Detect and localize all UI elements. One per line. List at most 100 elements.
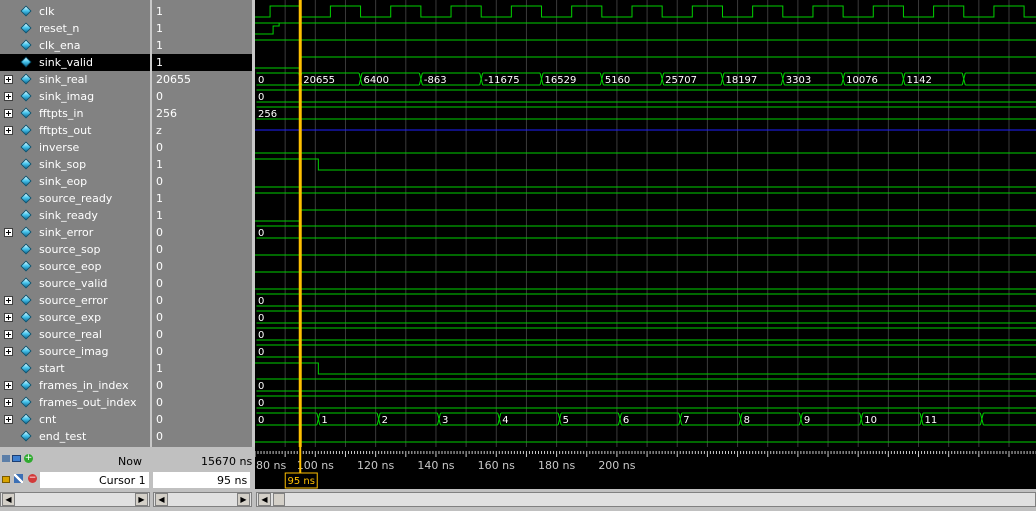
signal-value-row[interactable]: 1 bbox=[152, 360, 252, 377]
signal-value-row[interactable]: 0 bbox=[152, 173, 252, 190]
wave-toolbar-icon[interactable] bbox=[2, 455, 10, 462]
signal-row-fftpts_in[interactable]: fftpts_in bbox=[0, 105, 150, 122]
wave-scrollbar-thumb[interactable] bbox=[273, 493, 285, 506]
waveform-canvas[interactable]: 0 20655 6400 -863 -11675 16529 5160 25707 18197 3… bbox=[255, 0, 1036, 447]
signal-row-sink_sop[interactable]: sink_sop bbox=[0, 156, 150, 173]
signal-value: 1 bbox=[156, 5, 163, 18]
signal-row-frames_in_index[interactable]: frames_in_index bbox=[0, 377, 150, 394]
signal-value-row[interactable]: 0 bbox=[152, 411, 252, 428]
expand-bus-icon[interactable] bbox=[4, 381, 13, 390]
signal-row-clk_ena[interactable]: clk_ena bbox=[0, 37, 150, 54]
expand-bus-icon[interactable] bbox=[4, 313, 13, 322]
signal-row-source_valid[interactable]: source_valid bbox=[0, 275, 150, 292]
expand-bus-icon[interactable] bbox=[4, 228, 13, 237]
signal-value-row[interactable]: 20655 bbox=[152, 71, 252, 88]
signal-row-fftpts_out[interactable]: fftpts_out bbox=[0, 122, 150, 139]
signal-row-start[interactable]: start bbox=[0, 360, 150, 377]
cursor-value-field[interactable]: 95 ns bbox=[153, 472, 250, 488]
expand-bus-icon[interactable] bbox=[4, 415, 13, 424]
signal-value-row[interactable]: 0 bbox=[152, 343, 252, 360]
scroll-right-arrow-icon[interactable]: ▶ bbox=[135, 493, 148, 506]
wave-scrollbar[interactable]: ◀ bbox=[256, 492, 1036, 507]
signal-value-row[interactable]: 1 bbox=[152, 20, 252, 37]
signal-diamond-icon bbox=[20, 141, 32, 153]
signal-value-row[interactable]: 1 bbox=[152, 3, 252, 20]
expand-bus-icon[interactable] bbox=[4, 296, 13, 305]
signal-row-source_sop[interactable]: source_sop bbox=[0, 241, 150, 258]
signal-row-sink_imag[interactable]: sink_imag bbox=[0, 88, 150, 105]
signal-value-row[interactable]: 1 bbox=[152, 207, 252, 224]
signal-diamond-icon bbox=[20, 277, 32, 289]
expand-bus-icon[interactable] bbox=[4, 92, 13, 101]
monitor-icon[interactable] bbox=[12, 455, 21, 462]
signal-row-source_real[interactable]: source_real bbox=[0, 326, 150, 343]
expand-bus-icon[interactable] bbox=[4, 330, 13, 339]
names-scrollbar[interactable]: ◀ ▶ bbox=[0, 492, 150, 507]
expand-bus-icon[interactable] bbox=[4, 75, 13, 84]
scroll-left-arrow-icon[interactable]: ◀ bbox=[155, 493, 168, 506]
signal-value-row[interactable]: 1 bbox=[152, 156, 252, 173]
signal-value: 0 bbox=[156, 328, 163, 341]
signal-row-source_imag[interactable]: source_imag bbox=[0, 343, 150, 360]
signal-diamond-icon bbox=[20, 430, 32, 442]
signal-row-clk[interactable]: clk bbox=[0, 3, 150, 20]
signal-value-row[interactable]: 0 bbox=[152, 139, 252, 156]
signal-row-inverse[interactable]: inverse bbox=[0, 139, 150, 156]
signal-row-reset_n[interactable]: reset_n bbox=[0, 20, 150, 37]
signal-value-row[interactable]: 0 bbox=[152, 326, 252, 343]
signal-diamond-icon bbox=[20, 379, 32, 391]
bus-segment bbox=[256, 106, 1036, 120]
signal-value-row[interactable]: 0 bbox=[152, 394, 252, 411]
signal-row-sink_error[interactable]: sink_error bbox=[0, 224, 150, 241]
add-cursor-icon[interactable]: + bbox=[24, 454, 33, 463]
signal-row-frames_out_index[interactable]: frames_out_index bbox=[0, 394, 150, 411]
signal-row-source_ready[interactable]: source_ready bbox=[0, 190, 150, 207]
bus-transition bbox=[979, 412, 984, 426]
signal-name: source_valid bbox=[39, 277, 108, 290]
signal-value-row[interactable]: 0 bbox=[152, 224, 252, 241]
signal-row-sink_valid[interactable]: sink_valid bbox=[0, 54, 150, 71]
bus-value-label: -863 bbox=[424, 75, 447, 86]
signal-row-source_exp[interactable]: source_exp bbox=[0, 309, 150, 326]
bus-segment bbox=[319, 412, 378, 426]
signal-row-end_test[interactable]: end_test bbox=[0, 428, 150, 445]
signal-value-row[interactable]: 0 bbox=[152, 258, 252, 275]
bus-value-label: 0 bbox=[258, 398, 264, 409]
edit-cursor-icon[interactable] bbox=[14, 474, 23, 483]
signal-value-row[interactable]: 0 bbox=[152, 292, 252, 309]
signal-value-row[interactable]: 0 bbox=[152, 377, 252, 394]
expand-bus-icon[interactable] bbox=[4, 126, 13, 135]
signal-value-row[interactable]: 256 bbox=[152, 105, 252, 122]
values-scrollbar[interactable]: ◀ ▶ bbox=[153, 492, 252, 507]
signal-value-row[interactable]: 1 bbox=[152, 37, 252, 54]
cursor-name-field[interactable]: Cursor 1 bbox=[40, 472, 149, 488]
signal-value-row[interactable]: 1 bbox=[152, 54, 252, 71]
signal-value: 0 bbox=[156, 294, 163, 307]
time-ruler[interactable]: 80 ns 100 ns 120 ns 140 ns 160 ns 180 ns 200 n… bbox=[255, 447, 1036, 489]
signal-value-row[interactable]: 0 bbox=[152, 88, 252, 105]
bus-transition bbox=[599, 72, 604, 86]
signal-row-sink_eop[interactable]: sink_eop bbox=[0, 173, 150, 190]
scroll-left-arrow-icon[interactable]: ◀ bbox=[258, 493, 271, 506]
scroll-left-arrow-icon[interactable]: ◀ bbox=[2, 493, 15, 506]
signal-value-row[interactable]: 0 bbox=[152, 309, 252, 326]
signal-value-row[interactable]: 0 bbox=[152, 428, 252, 445]
scroll-right-arrow-icon[interactable]: ▶ bbox=[237, 493, 250, 506]
signal-row-source_eop[interactable]: source_eop bbox=[0, 258, 150, 275]
signal-name: clk_ena bbox=[39, 39, 81, 52]
expand-bus-icon[interactable] bbox=[4, 398, 13, 407]
delete-cursor-icon[interactable]: − bbox=[28, 474, 37, 483]
signal-row-sink_ready[interactable]: sink_ready bbox=[0, 207, 150, 224]
signal-row-sink_real[interactable]: sink_real bbox=[0, 71, 150, 88]
bus-value-label: 6400 bbox=[364, 75, 389, 86]
signal-value-row[interactable]: z bbox=[152, 122, 252, 139]
expand-bus-icon[interactable] bbox=[4, 347, 13, 356]
signal-value-row[interactable]: 1 bbox=[152, 190, 252, 207]
waveform-pane[interactable]: 0 20655 6400 -863 -11675 16529 5160 25707 18197 3… bbox=[255, 0, 1036, 447]
lock-cursor-icon[interactable] bbox=[2, 476, 10, 483]
expand-bus-icon[interactable] bbox=[4, 109, 13, 118]
signal-value-row[interactable]: 0 bbox=[152, 275, 252, 292]
signal-row-source_error[interactable]: source_error bbox=[0, 292, 150, 309]
signal-row-cnt[interactable]: cnt bbox=[0, 411, 150, 428]
signal-value-row[interactable]: 0 bbox=[152, 241, 252, 258]
